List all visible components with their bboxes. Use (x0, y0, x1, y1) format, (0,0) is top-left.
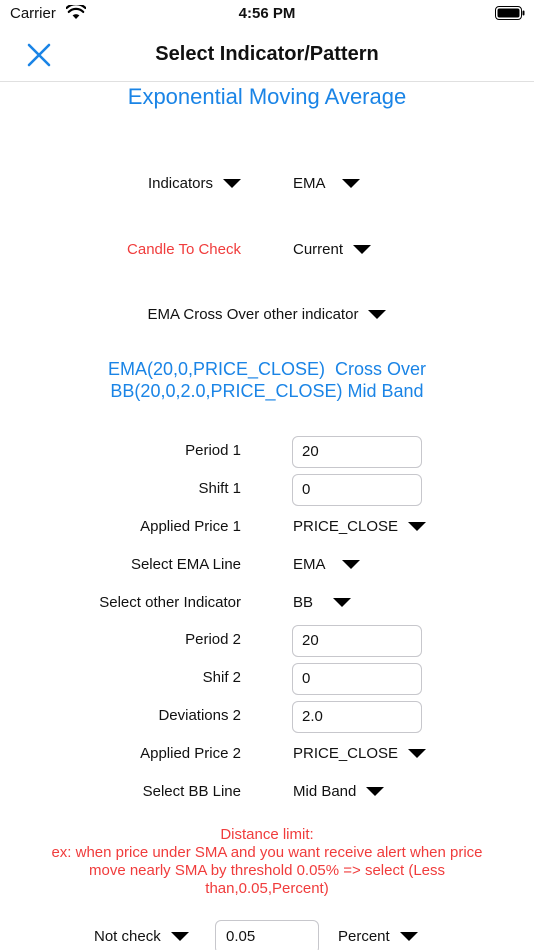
candle-value: Current (293, 241, 344, 258)
chevron-down-icon (170, 931, 189, 941)
candle-to-check-label: Candle To Check (127, 241, 241, 258)
indicator-type-value: EMA (293, 175, 326, 192)
deviations2-input[interactable]: 2.0 (292, 701, 422, 733)
battery-icon (495, 6, 525, 20)
unit-dropdown[interactable]: Percent (338, 920, 418, 950)
bb-line-label: Select BB Line (142, 783, 241, 800)
distance-limit-row: Not check 0.05 Percent (0, 920, 534, 950)
shift1-label: Shift 1 (198, 480, 241, 497)
indicators-dropdown[interactable]: Indicators (148, 169, 241, 199)
indicators-label: Indicators (147, 175, 213, 192)
chevron-down-icon (408, 748, 427, 758)
distance-line-1: Distance limit: (220, 826, 314, 843)
chevron-down-icon (333, 597, 352, 607)
other-indicator-label: Select other Indicator (99, 594, 241, 611)
period2-label: Period 2 (185, 631, 241, 648)
chevron-down-icon (399, 931, 418, 941)
bb-line-row: Select BB Line Mid Band (0, 777, 534, 807)
chevron-down-icon (408, 521, 427, 531)
ema-line-value: EMA (293, 556, 326, 573)
distance-limit-help: Distance limit: ex: when price under SMA… (0, 826, 534, 898)
shift2-input[interactable]: 0 (292, 663, 422, 695)
applied-price2-label: Applied Price 2 (140, 745, 241, 762)
navigation-bar: Select Indicator/Pattern (0, 28, 534, 82)
distance-line-3: move nearly SMA by threshold 0.05% => se… (88, 862, 445, 879)
candle-row: Candle To Check Current (0, 235, 534, 265)
indicator-type-dropdown[interactable]: EMA (293, 169, 360, 199)
applied-price1-value: PRICE_CLOSE (293, 518, 399, 535)
chevron-down-icon (353, 244, 372, 254)
check-mode-value: Not check (94, 928, 161, 945)
ema-line-label: Select EMA Line (130, 556, 241, 573)
shift1-row: Shift 1 0 (0, 474, 534, 506)
applied-price2-dropdown[interactable]: PRICE_CLOSE (293, 739, 427, 769)
condition-dropdown[interactable]: EMA Cross Over other indicator (0, 300, 534, 330)
period1-input[interactable]: 20 (292, 436, 422, 468)
bb-line-value: Mid Band (293, 783, 357, 800)
other-indicator-row: Select other Indicator BB (0, 588, 534, 618)
period2-input[interactable]: 20 (292, 625, 422, 657)
deviations2-row: Deviations 2 2.0 (0, 701, 534, 733)
applied-price2-row: Applied Price 2 PRICE_CLOSE (0, 739, 534, 769)
condition-expression: EMA(20,0,PRICE_CLOSE) Cross Over BB(20,0… (0, 358, 534, 402)
distance-line-2: ex: when price under SMA and you want re… (51, 844, 483, 861)
chevron-down-icon (368, 309, 387, 319)
period1-row: Period 1 20 (0, 436, 534, 468)
ema-line-dropdown[interactable]: EMA (293, 550, 360, 580)
indicators-row: Indicators EMA (0, 169, 534, 199)
bb-line-dropdown[interactable]: Mid Band (293, 777, 385, 807)
chevron-down-icon (366, 786, 385, 796)
status-bar: Carrier 4:56 PM (0, 0, 534, 28)
applied-price1-row: Applied Price 1 PRICE_CLOSE (0, 512, 534, 542)
condition-value: EMA Cross Over other indicator (147, 306, 359, 323)
indicator-title: Exponential Moving Average (127, 84, 407, 109)
chevron-down-icon (223, 178, 241, 188)
applied-price1-dropdown[interactable]: PRICE_CLOSE (293, 512, 427, 542)
page-title: Select Indicator/Pattern (155, 43, 379, 65)
check-mode-dropdown[interactable]: Not check (94, 920, 189, 950)
other-indicator-value: BB (293, 594, 314, 611)
candle-dropdown[interactable]: Current (293, 235, 372, 265)
deviations2-label: Deviations 2 (158, 707, 241, 724)
shift1-input[interactable]: 0 (292, 474, 422, 506)
unit-value: Percent (338, 928, 390, 945)
shift2-label: Shif 2 (202, 669, 241, 686)
applied-price2-value: PRICE_CLOSE (293, 745, 399, 762)
period1-label: Period 1 (185, 442, 241, 459)
applied-price1-label: Applied Price 1 (140, 518, 241, 535)
expression-line-1: EMA(20,0,PRICE_CLOSE) Cross Over (107, 359, 427, 379)
chevron-down-icon (341, 178, 360, 188)
threshold-input[interactable]: 0.05 (215, 920, 319, 950)
ema-line-row: Select EMA Line EMA (0, 550, 534, 580)
other-indicator-dropdown[interactable]: BB (293, 588, 352, 618)
distance-line-4: than,0.05,Percent) (205, 880, 329, 897)
chevron-down-icon (341, 559, 360, 569)
expression-line-2: BB(20,0,2.0,PRICE_CLOSE) Mid Band (110, 381, 424, 401)
shift2-row: Shif 2 0 (0, 663, 534, 695)
clock: 4:56 PM (238, 5, 296, 22)
period2-row: Period 2 20 (0, 625, 534, 657)
